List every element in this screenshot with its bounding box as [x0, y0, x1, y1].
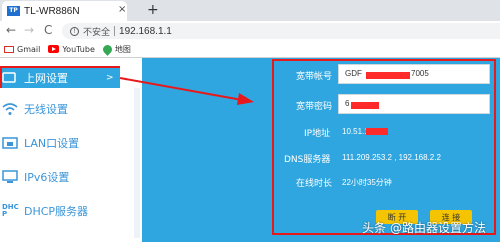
warning-icon[interactable]: !: [70, 26, 79, 36]
wifi-icon: [2, 103, 18, 115]
dns-label: DNS服务器: [284, 155, 331, 165]
bookmark-youtube[interactable]: YouTube: [48, 45, 95, 54]
browser-tab-bar: TP TL-WR886N × +: [0, 0, 500, 21]
tp-link-favicon-icon: TP: [7, 6, 20, 16]
sidebar-item-ipv6[interactable]: IPv6设置: [0, 162, 142, 192]
gmail-icon: [4, 45, 14, 53]
browser-toolbar: ← → C ! 不安全 192.168.1.1: [0, 21, 500, 41]
password-field[interactable]: 6: [338, 94, 490, 114]
bookmark-gmail[interactable]: Gmail: [4, 45, 40, 54]
bookmarks-bar: Gmail YouTube 地图: [0, 41, 500, 58]
account-value: GDF: [345, 69, 362, 78]
insecure-label: 不安全: [83, 27, 111, 38]
redaction-mark: [351, 102, 379, 109]
password-label: 宽带密码: [296, 102, 333, 112]
omnibox-separator: [114, 26, 116, 36]
sidebar-item-label: DHCP服务器: [24, 205, 89, 218]
browser-tab[interactable]: TP TL-WR886N ×: [2, 1, 127, 21]
account-field[interactable]: GDF 7005: [338, 64, 490, 84]
watermark-platform: 头条: [362, 221, 387, 235]
sidebar-item-label: 上网设置: [24, 72, 68, 85]
sidebar-item-label: 无线设置: [24, 103, 68, 116]
tab-title: TL-WR886N: [24, 5, 80, 17]
forward-arrow-icon[interactable]: →: [24, 23, 34, 37]
new-tab-icon[interactable]: +: [147, 2, 159, 18]
lan-port-icon: [2, 137, 18, 149]
redaction-mark: [366, 72, 410, 79]
dns-value: 111.209.253.2 , 192.168.2.2: [342, 153, 441, 162]
chevron-right-icon: >: [106, 73, 114, 83]
sidebar-item-dhcp[interactable]: DHCP DHCP服务器: [0, 196, 142, 226]
tab-close-icon[interactable]: ×: [118, 4, 126, 15]
reload-icon[interactable]: C: [44, 23, 52, 37]
account-label: 宽带帐号: [296, 72, 333, 82]
settings-highlight-frame: [272, 59, 496, 235]
router-admin-page: 上网设置 > 无线设置 LAN口设置 IPv6设置 DHCP DHCP服务器 宽…: [0, 58, 500, 242]
watermark: 头条 @路由器设置方法: [362, 219, 486, 236]
uptime-label: 在线时长: [296, 179, 333, 189]
bookmark-maps[interactable]: 地图: [101, 42, 131, 56]
sidebar-item-label: LAN口设置: [24, 137, 80, 150]
account-value-suffix: 7005: [411, 69, 429, 78]
youtube-icon: [48, 45, 60, 53]
monitor-icon: [2, 170, 18, 183]
bookmark-label: 地图: [114, 44, 131, 54]
ip-value: 10.51.1: [342, 127, 369, 136]
ip-label: IP地址: [304, 129, 331, 139]
password-value: 6: [345, 99, 350, 108]
bookmark-label: Gmail: [17, 44, 41, 54]
bookmark-label: YouTube: [62, 44, 95, 54]
uptime-value: 22小时35分钟: [342, 178, 392, 187]
url-text[interactable]: 192.168.1.1: [119, 26, 172, 37]
annotation-arrow-icon: [119, 77, 254, 105]
globe-icon: [2, 72, 16, 83]
sidebar-item-label: IPv6设置: [24, 171, 70, 184]
back-arrow-icon[interactable]: ←: [6, 23, 16, 37]
watermark-account: @路由器设置方法: [390, 221, 487, 235]
sidebar-scrollbar[interactable]: [134, 88, 140, 238]
address-bar[interactable]: ! 不安全 192.168.1.1: [62, 23, 500, 39]
redaction-mark: [366, 128, 388, 135]
dhcp-icon: DHCP: [2, 203, 19, 218]
sidebar-item-internet[interactable]: 上网设置 >: [2, 68, 120, 88]
maps-icon: [101, 42, 114, 56]
sidebar-item-lan[interactable]: LAN口设置: [0, 128, 142, 158]
